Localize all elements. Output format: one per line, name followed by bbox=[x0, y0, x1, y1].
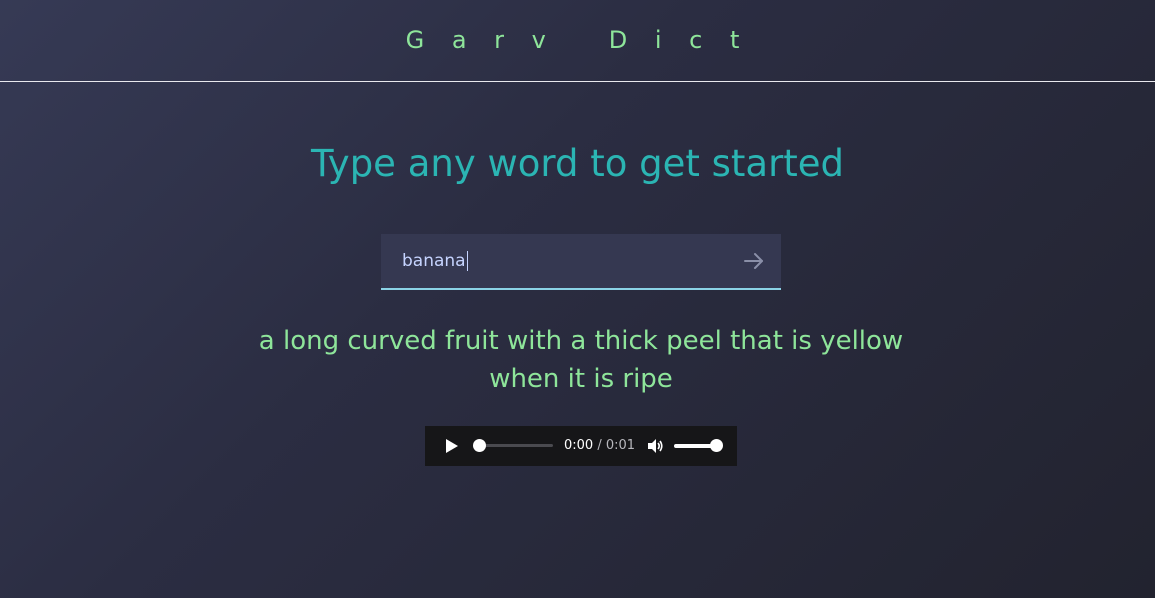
app-brand: G a r v D i c t bbox=[405, 26, 750, 54]
time-display: 0:00 / 0:01 bbox=[564, 438, 635, 453]
arrow-right-icon bbox=[744, 253, 763, 269]
app-header: G a r v D i c t bbox=[0, 0, 1155, 82]
volume-thumb[interactable] bbox=[710, 439, 723, 452]
word-definition: a long curved fruit with a thick peel th… bbox=[257, 322, 905, 398]
time-separator: / bbox=[593, 438, 606, 453]
seek-thumb[interactable] bbox=[473, 439, 486, 452]
mute-button[interactable] bbox=[646, 437, 664, 455]
definition-line-1: a long curved fruit with a thick peel th… bbox=[258, 326, 904, 356]
text-caret bbox=[466, 251, 468, 271]
search-input[interactable]: banana bbox=[381, 234, 731, 288]
page-headline: Type any word to get started bbox=[310, 142, 845, 185]
volume-icon bbox=[648, 439, 663, 453]
pronunciation-audio-player: 0:00 / 0:01 bbox=[425, 426, 737, 466]
definition-line-2: when it is ripe bbox=[489, 364, 673, 394]
search-input-value: banana bbox=[402, 251, 468, 271]
play-icon bbox=[446, 439, 458, 453]
play-button[interactable] bbox=[443, 438, 459, 454]
seek-bar[interactable] bbox=[477, 444, 553, 447]
search-submit-button[interactable] bbox=[741, 248, 767, 274]
current-time: 0:00 bbox=[564, 438, 594, 453]
search-box: banana bbox=[381, 234, 781, 290]
duration: 0:01 bbox=[605, 438, 636, 453]
